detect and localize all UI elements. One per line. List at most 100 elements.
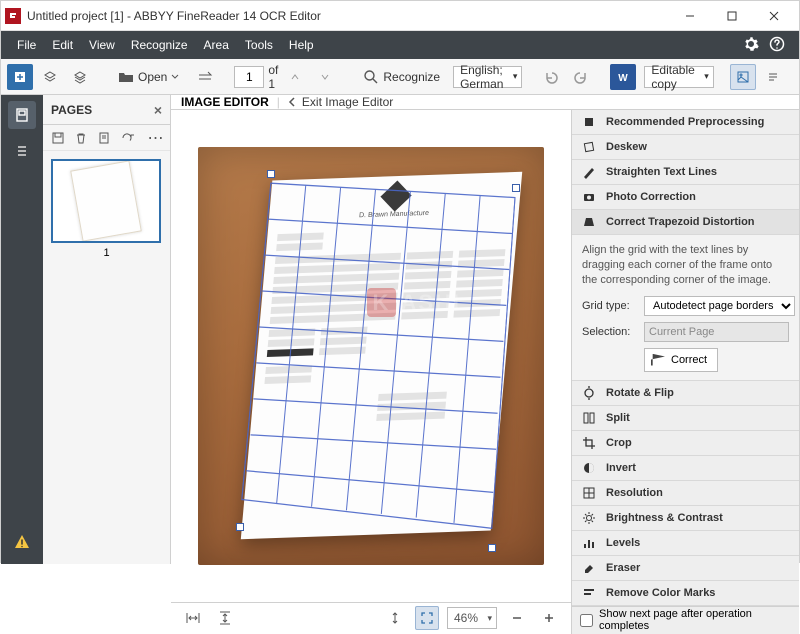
tool-brightness[interactable]: Brightness & Contrast [572,506,799,531]
folder-icon [118,70,134,84]
output-mode-select[interactable]: Editable copy [644,66,713,88]
tool-crop[interactable]: Crop [572,431,799,456]
menubar: File Edit View Recognize Area Tools Help [1,31,799,59]
minimize-button[interactable] [669,1,711,31]
chevron-down-icon [171,73,179,81]
page-count-label: of 1 [268,63,278,91]
view-text-button[interactable] [760,64,786,90]
window-title: Untitled project [1] - ABBYY FineReader … [27,9,669,23]
tool-split[interactable]: Split [572,406,799,431]
pages-tab-button[interactable] [8,101,36,129]
grid-handle-tl[interactable] [267,170,275,178]
language-select[interactable]: English; German [453,66,522,88]
list-tab-button[interactable] [8,137,36,165]
menu-help[interactable]: Help [281,31,322,59]
pages-toolbar: ⋯ [43,125,170,151]
magnify-icon [363,69,379,85]
undo-button[interactable] [538,64,564,90]
levels-icon [580,534,598,552]
maximize-button[interactable] [711,1,753,31]
menu-recognize[interactable]: Recognize [123,31,196,59]
scan-icon[interactable] [192,64,218,90]
layers-icon[interactable] [37,64,63,90]
tool-straighten[interactable]: Straighten Text Lines [572,160,799,185]
recognize-button[interactable]: Recognize [354,64,449,90]
menu-tools[interactable]: Tools [237,31,281,59]
thumbnail-label: 1 [51,247,162,259]
trapezoid-settings: Align the grid with the text lines by dr… [572,235,799,381]
ms-word-icon[interactable]: W [610,64,636,90]
image-editor: IMAGE EDITOR | Exit Image Editor D. Braw… [171,95,799,564]
help-icon[interactable] [769,36,787,54]
main-toolbar: Open of 1 Recognize English; German W Ed… [1,59,799,95]
zoom-out-button[interactable] [505,606,529,630]
tool-deskew[interactable]: Deskew [572,135,799,160]
svg-text:W: W [619,73,629,84]
pages-panel: PAGES × ⋯ 1 [43,95,171,564]
titlebar: Untitled project [1] - ABBYY FineReader … [1,1,799,31]
menu-view[interactable]: View [81,31,123,59]
canvas-statusbar: 46% [171,602,571,634]
page-down-button[interactable] [312,64,338,90]
editor-title: IMAGE EDITOR [181,95,269,109]
alert-icon[interactable] [10,530,34,554]
page-number-input[interactable] [234,66,264,88]
camera-icon [580,188,598,206]
menu-edit[interactable]: Edit [44,31,81,59]
page-up-button[interactable] [282,64,308,90]
grid-handle-bl[interactable] [236,523,244,531]
refresh-icon[interactable] [118,129,135,147]
zoom-in-button[interactable] [537,606,561,630]
grid-handle-tr[interactable] [512,184,520,192]
tool-remove-marks[interactable]: Remove Color Marks [572,581,799,606]
new-task-button[interactable] [7,64,33,90]
delete-icon[interactable] [72,129,89,147]
window-controls [669,1,795,31]
view-image-button[interactable] [730,64,756,90]
selection-label: Selection: [582,326,638,338]
show-next-checkbox[interactable] [580,614,593,627]
redo-button[interactable] [568,64,594,90]
deskew-icon [580,138,598,156]
lines-icon [580,163,598,181]
page-thumbnail[interactable] [51,159,161,243]
layers2-icon[interactable] [67,64,93,90]
content-area: PAGES × ⋯ 1 IMAGE EDITOR | Exit Image Ed… [1,95,799,564]
wand-icon [580,113,598,131]
fit-page-icon[interactable] [383,606,407,630]
correct-button[interactable]: Correct [644,348,718,372]
tool-trapezoid[interactable]: Correct Trapezoid Distortion [572,210,799,235]
pages-list: 1 [43,151,170,564]
tool-resolution[interactable]: Resolution [572,481,799,506]
tool-eraser[interactable]: Eraser [572,556,799,581]
grid-handle-br[interactable] [488,544,496,552]
flag-icon [651,354,665,366]
tool-recommended[interactable]: Recommended Preprocessing [572,110,799,135]
document-image[interactable]: D. Brawn Manufacture [198,147,544,565]
zoom-select[interactable]: 46% [447,607,497,629]
gridtype-label: Grid type: [582,300,638,312]
sun-icon [580,509,598,527]
more-icon[interactable]: ⋯ [147,129,164,147]
close-button[interactable] [753,1,795,31]
gear-icon[interactable] [743,36,761,54]
close-pages-button[interactable]: × [154,102,162,118]
save-icon[interactable] [49,129,66,147]
tool-levels[interactable]: Levels [572,531,799,556]
tool-rotate[interactable]: Rotate & Flip [572,381,799,406]
canvas-viewport[interactable]: D. Brawn Manufacture [171,110,571,602]
exit-editor-button[interactable]: Exit Image Editor [288,95,393,109]
tool-invert[interactable]: Invert [572,456,799,481]
menu-file[interactable]: File [9,31,44,59]
show-next-label: Show next page after operation completes [599,608,791,632]
props-icon[interactable] [95,129,112,147]
menu-area[interactable]: Area [196,31,237,59]
eraser-icon [580,559,598,577]
fit-height-icon[interactable] [213,606,237,630]
gridtype-select[interactable]: Autodetect page borders [644,296,795,316]
fit-width-icon[interactable] [181,606,205,630]
open-button[interactable]: Open [109,64,188,90]
fit-screen-icon[interactable] [415,606,439,630]
canvas-area: D. Brawn Manufacture [171,110,571,634]
tool-photo[interactable]: Photo Correction [572,185,799,210]
